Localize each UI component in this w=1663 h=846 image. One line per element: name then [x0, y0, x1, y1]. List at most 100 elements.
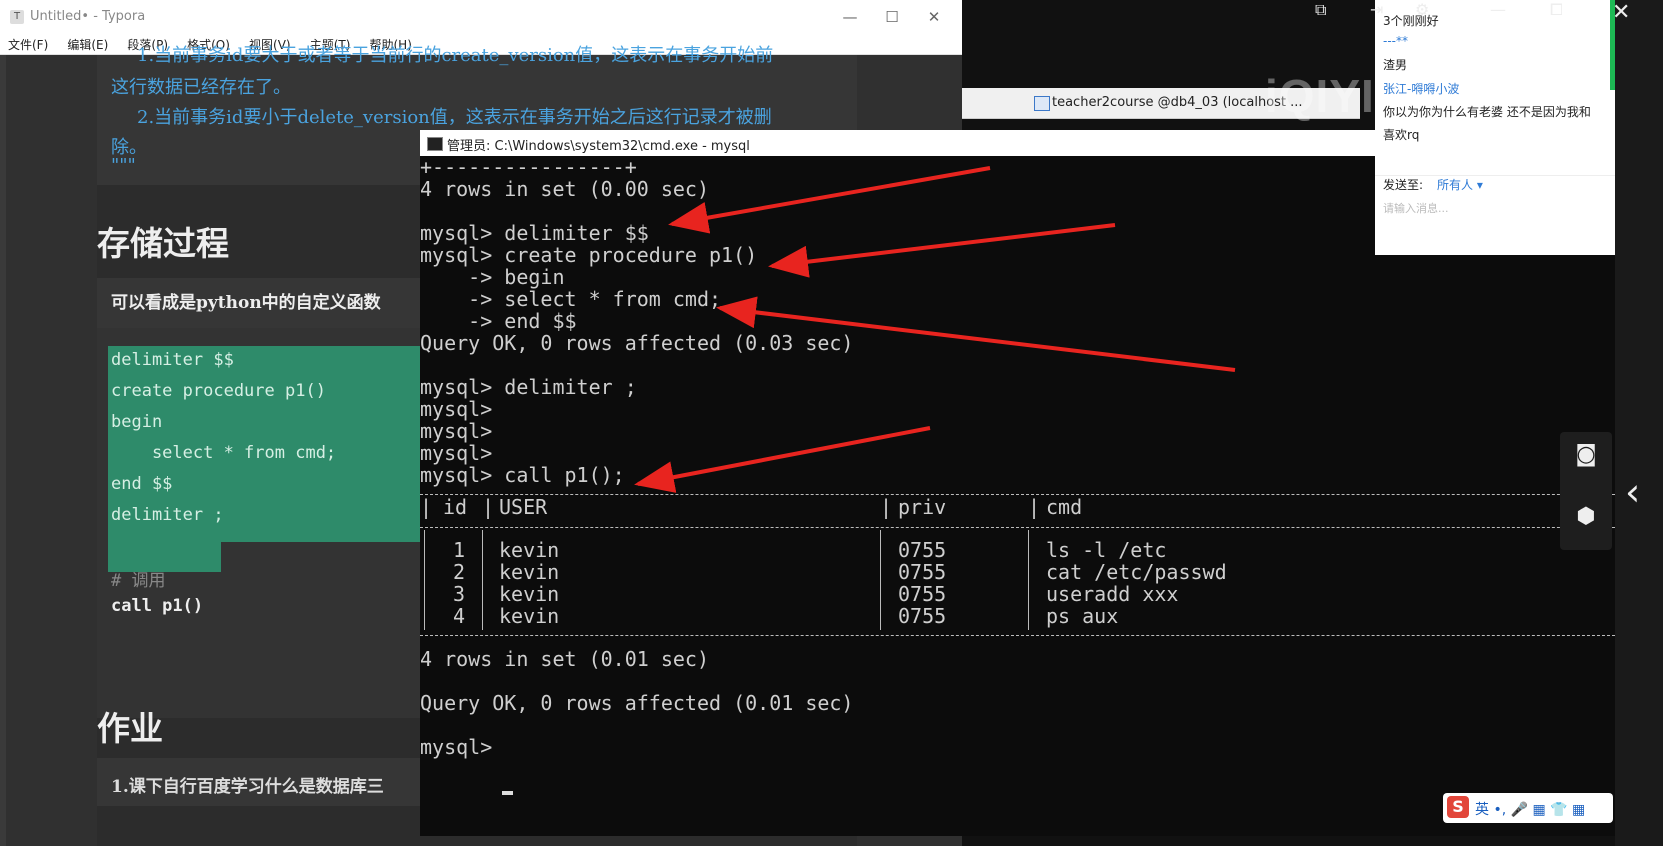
table-border-mid	[420, 527, 1615, 528]
code-line-6: delimiter ;	[111, 505, 224, 525]
paragraph-python: 可以看成是python中的自定义函数	[111, 293, 381, 313]
quote-line-5: """	[111, 155, 136, 176]
code-line-2: create procedure p1()	[111, 381, 326, 401]
term-line-12: mysql>	[420, 397, 493, 421]
table-cell: 0755	[898, 560, 947, 584]
ime-toolbar[interactable]: S 英 •, 🎤 ▦ 👕 ▦	[1443, 793, 1613, 823]
video-toolbox: ◙ ⬢	[1560, 432, 1612, 550]
term-line-9: Query OK, 0 rows affected (0.03 sec)	[420, 331, 854, 355]
table-border-top	[420, 494, 1615, 495]
table-cell: 4	[453, 604, 466, 628]
table-cell: kevin	[499, 538, 560, 562]
table-cell: ls -l /etc	[1046, 538, 1167, 562]
term-line-5: mysql> create procedure p1()	[420, 243, 758, 267]
table-pipe: |	[482, 495, 495, 519]
code-call: call p1()	[111, 596, 204, 616]
term-after-1: 4 rows in set (0.01 sec)	[420, 647, 709, 671]
table-header-user: USER	[499, 495, 548, 519]
left-rail	[0, 55, 6, 846]
minimize-icon[interactable]: —	[830, 4, 870, 30]
table-cell: kevin	[499, 582, 560, 606]
term-line-7: -> select * from cmd;	[420, 287, 722, 311]
homework-item: 1.课下自行百度学习什么是数据库三	[111, 777, 384, 797]
table-cell: 1	[453, 538, 466, 562]
video-sidebar	[1615, 0, 1663, 846]
table-cell: kevin	[499, 560, 560, 584]
table-cell: cat /etc/passwd	[1046, 560, 1227, 584]
code-line-3: begin	[111, 412, 163, 432]
chevron-left-icon[interactable]: ‹	[1625, 470, 1640, 514]
popout-icon[interactable]: ⧠	[1550, 0, 1563, 20]
term-line-13: mysql>	[420, 419, 493, 443]
chat-panel: 3个刚刚好 ---** 渣男 张江-嘚嘚小波 你以为你为什么有老婆 还不是因为我…	[1375, 0, 1615, 255]
table-cell: 3	[453, 582, 466, 606]
term-line-14: mysql>	[420, 441, 493, 465]
share-icon[interactable]: ⇥	[1370, 0, 1383, 19]
table-cell: useradd xxx	[1046, 582, 1179, 606]
quote-line-1: 1.当前事务id要大于或者等于当前行的create_version值，这表示在事…	[137, 45, 774, 66]
term-line-8: -> end $$	[420, 309, 577, 333]
table-pipe: |	[880, 495, 893, 519]
term-line-4: mysql> delimiter $$	[420, 221, 649, 245]
table-vline	[880, 530, 882, 630]
ime-status[interactable]: 英 •, 🎤 ▦ 👕 ▦	[1475, 799, 1585, 819]
chat-username: ---**	[1383, 34, 1408, 48]
chat-message: 你以为你为什么有老婆 还不是因为我和	[1383, 105, 1591, 119]
code-line-4: select * from cmd;	[111, 443, 337, 463]
settings-icon[interactable]: ⚙	[1415, 0, 1429, 19]
table-vline	[482, 530, 484, 630]
terminal-cursor	[502, 791, 513, 795]
camera-icon[interactable]: ◙	[1566, 442, 1606, 467]
menu-edit[interactable]: 编辑(E)	[59, 34, 114, 53]
term-after-3: Query OK, 0 rows affected (0.01 sec)	[420, 691, 854, 715]
cmd-icon	[427, 137, 443, 151]
sogou-logo: S	[1447, 796, 1469, 818]
table-pipe: |	[420, 495, 433, 519]
table-border-bottom	[420, 635, 1615, 636]
term-line-2: 4 rows in set (0.00 sec)	[420, 177, 709, 201]
quote-line-2: 这行数据已经存在了。	[111, 77, 291, 98]
typora-titlebar: T Untitled• - Typora — ☐ ✕	[0, 0, 962, 35]
close-icon[interactable]: ✕	[914, 4, 954, 30]
send-to-dropdown[interactable]: 所有人 ▾	[1437, 176, 1483, 193]
code-comment: # 调用	[111, 571, 166, 591]
term-line-6: -> begin	[420, 265, 565, 289]
typora-app-icon: T	[10, 10, 24, 24]
table-cell: 2	[453, 560, 466, 584]
gear-plus-icon[interactable]: ⬢	[1566, 504, 1606, 529]
table-vline	[1028, 530, 1030, 630]
table-pipe: |	[1028, 495, 1041, 519]
code-line-1: delimiter $$	[111, 350, 234, 370]
table-vline	[424, 530, 426, 630]
cmd-title: 管理员: C:\Windows\system32\cmd.exe - mysql	[447, 139, 750, 154]
screen-icon[interactable]: ⧉	[1315, 0, 1326, 20]
term-line-15: mysql> call p1();	[420, 463, 625, 487]
chat-message: 喜欢rq	[1383, 128, 1420, 142]
term-line-11: mysql> delimiter ;	[420, 375, 637, 399]
minimize-icon[interactable]: —	[1490, 0, 1506, 19]
table-icon	[1034, 96, 1050, 111]
table-header-priv: priv	[898, 495, 947, 519]
window-title: Untitled• - Typora	[30, 9, 146, 24]
chat-input[interactable]: 请输入消息...	[1383, 200, 1449, 216]
table-cell: kevin	[499, 604, 560, 628]
close-icon[interactable]: ✕	[1612, 0, 1630, 25]
table-cell: 0755	[898, 538, 947, 562]
heading-homework: 作业	[97, 710, 163, 747]
table-header-id: id	[443, 495, 468, 519]
table-cell: 0755	[898, 604, 947, 628]
chat-username: 张江-嘚嘚小波	[1383, 82, 1460, 96]
term-line-1: +----------------+	[420, 155, 637, 179]
term-prompt[interactable]: mysql>	[420, 736, 492, 758]
table-header-cmd: cmd	[1046, 495, 1083, 519]
quote-line-3: 2.当前事务id要小于delete_version值，这表示在事务开始之后这行记…	[137, 107, 772, 128]
send-to-label: 发送至:	[1383, 178, 1424, 192]
table-cell: 0755	[898, 582, 947, 606]
table-cell: ps aux	[1046, 604, 1119, 628]
code-line-5: end $$	[111, 474, 173, 494]
menu-file[interactable]: 文件(F)	[0, 34, 54, 53]
chat-message: 3个刚刚好	[1383, 14, 1439, 28]
maximize-icon[interactable]: ☐	[872, 4, 912, 30]
heading-stored-procedure: 存储过程	[97, 225, 229, 262]
chat-message: 渣男	[1383, 58, 1408, 72]
